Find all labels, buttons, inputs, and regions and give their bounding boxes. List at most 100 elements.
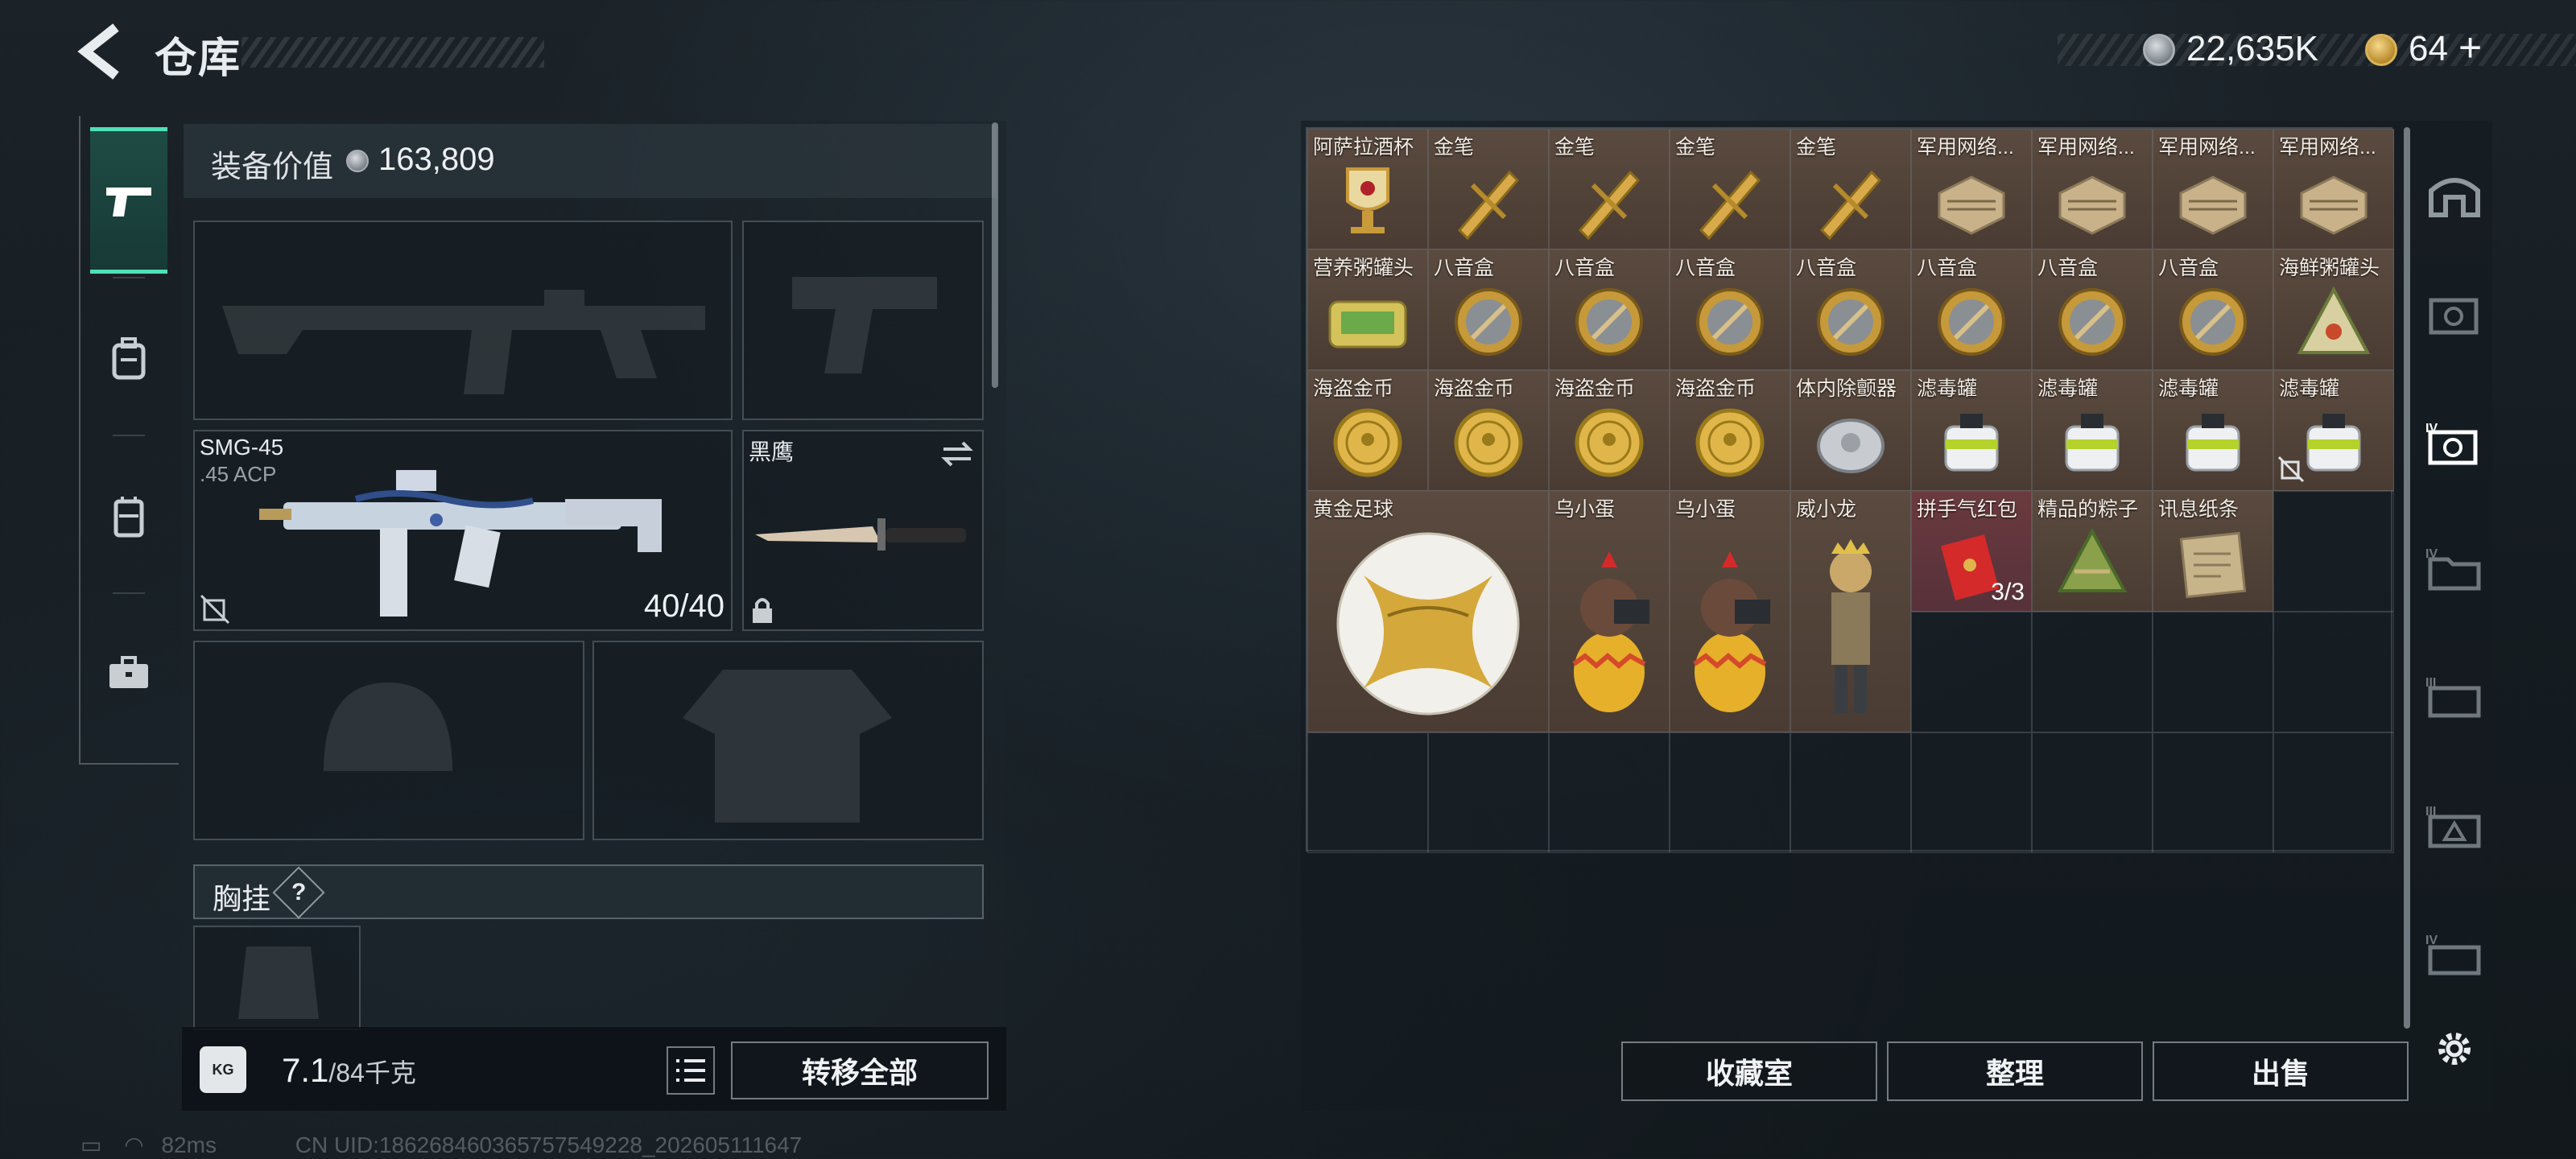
storage-item[interactable]: 八音盒	[2032, 250, 2153, 370]
empty-slot[interactable]	[1549, 732, 1670, 853]
transfer-all-button[interactable]: 转移全部	[731, 1041, 989, 1099]
music-box-icon	[2033, 279, 2152, 365]
empty-slot[interactable]	[2273, 491, 2394, 612]
side-tab-storage-2[interactable]: III	[2418, 789, 2491, 861]
collection-room-button[interactable]: 收藏室	[1621, 1041, 1877, 1101]
chevron-left-icon	[77, 23, 119, 80]
helmet-slot[interactable]	[193, 641, 584, 840]
sort-button[interactable]: 整理	[1887, 1041, 2143, 1101]
storage-item[interactable]: 讯息纸条	[2153, 491, 2273, 612]
wifi-icon: ◠	[124, 1132, 144, 1157]
item-name: 八音盒	[1554, 257, 1616, 279]
gold-currency-amount: 64	[2409, 29, 2448, 68]
side-tab-storage-4[interactable]: IV	[2418, 406, 2491, 478]
empty-slot[interactable]	[2032, 612, 2153, 732]
storage-item-large[interactable]: 乌小蛋	[1670, 491, 1790, 732]
empty-slot[interactable]	[2273, 732, 2394, 853]
storage-item[interactable]: 精品的粽子	[2032, 491, 2153, 612]
storage-item[interactable]: 滤毒罐	[2153, 370, 2273, 491]
tab-backpack[interactable]	[90, 285, 167, 431]
storage-item[interactable]: 军用网络...	[1911, 129, 2032, 250]
tab-weapons[interactable]	[90, 127, 167, 274]
help-mark: ?	[291, 878, 307, 905]
tab-case[interactable]	[90, 600, 167, 747]
empty-slot[interactable]	[1428, 732, 1549, 853]
side-tab-home[interactable]	[2418, 158, 2491, 230]
settings-button[interactable]	[2418, 1013, 2491, 1085]
storage-item[interactable]: 八音盒	[1549, 250, 1670, 370]
storage-item[interactable]: 金笔	[1790, 129, 1911, 250]
helmet-silhouette-icon	[324, 683, 452, 771]
storage-item-large[interactable]: 乌小蛋	[1549, 491, 1670, 732]
empty-slot[interactable]	[1911, 732, 2032, 853]
side-tab-storage-5[interactable]: IV	[2418, 918, 2491, 990]
storage-item[interactable]: 滤毒罐	[2273, 370, 2394, 491]
pistol-icon	[106, 188, 151, 217]
storage-item[interactable]: 军用网络...	[2153, 129, 2273, 250]
storage-item-large[interactable]: 威小龙	[1790, 491, 1911, 732]
storage-item[interactable]: 八音盒	[1790, 250, 1911, 370]
pistol-silhouette-icon	[792, 277, 937, 373]
item-name: 黄金足球	[1313, 498, 1394, 521]
storage-item[interactable]: 海盗金币	[1549, 370, 1670, 491]
swap-icon[interactable]	[940, 439, 974, 468]
secondary-weapon-slot[interactable]: SMG-45 .45 ACP 40/40	[193, 430, 733, 631]
storage-item[interactable]: 八音盒	[1911, 250, 2032, 370]
folder-icon: IV	[2425, 547, 2481, 591]
storage-item[interactable]: 体内除颤器	[1790, 370, 1911, 491]
music-box-icon	[1791, 279, 1910, 365]
loadout-scrollbar[interactable]	[992, 122, 998, 388]
item-name: 海盗金币	[1313, 377, 1394, 400]
storage-item[interactable]: 金笔	[1670, 129, 1790, 250]
empty-slot[interactable]	[2153, 612, 2273, 732]
storage-item[interactable]: 金笔	[1428, 129, 1549, 250]
storage-item[interactable]: 滤毒罐	[1911, 370, 2032, 491]
empty-slot[interactable]	[1670, 732, 1790, 853]
tab-armor[interactable]	[90, 443, 167, 589]
storage-item[interactable]: 阿萨拉酒杯	[1307, 129, 1428, 250]
empty-slot[interactable]	[1307, 732, 1428, 853]
empty-slot[interactable]	[2273, 612, 2394, 732]
storage-item[interactable]: 海盗金币	[1307, 370, 1428, 491]
armor-slot[interactable]	[592, 641, 984, 840]
side-tab-storage-folder[interactable]: IV	[2418, 531, 2491, 604]
add-currency-button[interactable]: +	[2458, 24, 2482, 71]
storage-item[interactable]: 八音盒	[1428, 250, 1549, 370]
music-box-icon	[1912, 279, 2031, 365]
goblet-icon	[1308, 159, 1427, 244]
storage-item[interactable]: 营养粥罐头	[1307, 250, 1428, 370]
storage-item[interactable]: 金笔	[1549, 129, 1670, 250]
item-name: 阿萨拉酒杯	[1313, 136, 1414, 159]
empty-slot[interactable]	[2032, 732, 2153, 853]
gold-coin-icon	[2365, 34, 2397, 66]
storage-item[interactable]: 军用网络...	[2032, 129, 2153, 250]
storage-item[interactable]: 海盗金币	[1670, 370, 1790, 491]
back-button[interactable]	[77, 23, 126, 80]
primary-weapon-slot[interactable]	[193, 221, 733, 420]
chest-rig-silhouette-icon	[238, 947, 319, 1019]
melee-slot[interactable]: 黑鹰	[742, 430, 984, 631]
building-icon	[2429, 178, 2480, 217]
storage-item[interactable]: 八音盒	[1670, 250, 1790, 370]
storage-item[interactable]: 军用网络...	[2273, 129, 2394, 250]
storage-item[interactable]: 滤毒罐	[2032, 370, 2153, 491]
lock-icon	[753, 598, 772, 623]
storage-scrollbar[interactable]	[2404, 127, 2410, 1029]
side-tab-storage-3[interactable]: III	[2418, 660, 2491, 732]
storage-item-large[interactable]: 黄金足球	[1307, 491, 1549, 732]
music-box-icon	[1550, 279, 1669, 365]
storage-item[interactable]: 海鲜粥罐头	[2273, 250, 2394, 370]
sell-button[interactable]: 出售	[2153, 1041, 2409, 1101]
list-view-button[interactable]	[667, 1046, 715, 1095]
side-tab-storage-1[interactable]	[2418, 278, 2491, 351]
empty-slot[interactable]	[2153, 732, 2273, 853]
storage-item[interactable]: 海盗金币	[1428, 370, 1549, 491]
pistol-slot[interactable]	[742, 221, 984, 420]
chest-rig-slot[interactable]	[193, 926, 361, 1030]
toolbox-icon: IV	[2425, 934, 2481, 975]
storage-item[interactable]: 八音盒	[2153, 250, 2273, 370]
note-paper-icon	[2153, 521, 2273, 606]
empty-slot[interactable]	[1911, 612, 2032, 732]
empty-slot[interactable]	[1790, 732, 1911, 853]
storage-item[interactable]: 拼手气红包 3/3	[1911, 491, 2032, 612]
